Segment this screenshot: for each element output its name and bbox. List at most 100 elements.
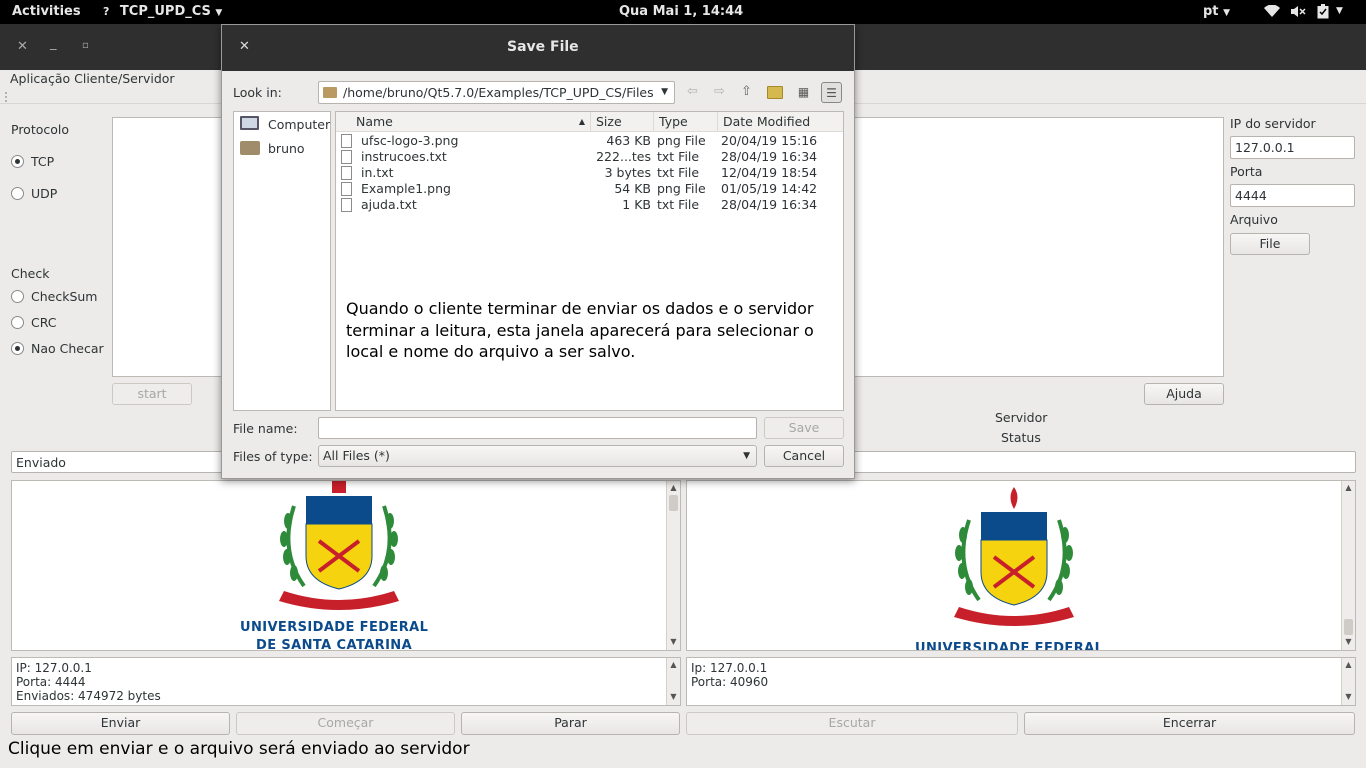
ufsc-logo-emblem-right	[954, 487, 1074, 626]
porta-label: Porta	[1230, 164, 1263, 179]
parent-directory-icon[interactable]: ⇧	[736, 82, 757, 103]
file-name-input[interactable]	[318, 417, 757, 439]
file-list[interactable]: Name ▲ Size Type Date Modified ufsc-logo-…	[335, 111, 844, 411]
escutar-button[interactable]: Escutar	[686, 712, 1018, 735]
protocolo-label: Protocolo	[11, 122, 70, 137]
file-size: 222...tes	[596, 149, 651, 164]
place-label: Computer	[268, 117, 331, 132]
save-file-dialog: ✕ Save File Look in: /home/bruno/Qt5.7.0…	[221, 24, 855, 479]
scroll-thumb[interactable]	[1344, 619, 1353, 635]
annotation-text: Quando o cliente terminar de enviar os d…	[346, 299, 814, 361]
column-date[interactable]: Date Modified	[718, 112, 828, 132]
scroll-down-icon[interactable]: ▼	[667, 692, 680, 701]
crc-radio[interactable]	[11, 316, 24, 329]
ip-servidor-input[interactable]: 127.0.0.1	[1230, 136, 1355, 159]
battery-icon[interactable]	[1317, 4, 1329, 23]
column-name-label: Name	[356, 114, 393, 129]
tcp-radio-label[interactable]: TCP	[31, 154, 54, 169]
porta-input[interactable]: 4444	[1230, 184, 1355, 207]
file-row[interactable]: ajuda.txt 1 KB txt File 28/04/19 16:34	[336, 197, 843, 213]
icon-view-icon[interactable]: ▦	[793, 82, 814, 103]
udp-radio-label[interactable]: UDP	[31, 186, 57, 201]
volume-muted-icon[interactable]	[1290, 5, 1306, 22]
server-image-viewer[interactable]: UNIVERSIDADE FEDERAL ▲ ▼	[686, 480, 1356, 651]
ajuda-button[interactable]: Ajuda	[1144, 383, 1224, 405]
file-row[interactable]: instrucoes.txt 222...tes txt File 28/04/…	[336, 149, 843, 165]
look-in-combo[interactable]: /home/bruno/Qt5.7.0/Examples/TCP_UPD_CS/…	[318, 81, 675, 104]
scroll-up-icon[interactable]: ▲	[667, 660, 680, 669]
column-name[interactable]: Name ▲	[351, 112, 591, 132]
app-menu[interactable]: ? TCP_UPD_CS ▼	[103, 4, 222, 19]
checksum-radio-label[interactable]: CheckSum	[31, 289, 98, 304]
checksum-radio[interactable]	[11, 290, 24, 303]
client-log-scrollbar[interactable]: ▲ ▼	[666, 658, 680, 705]
server-log[interactable]: Ip: 127.0.0.1 Porta: 40960 ▲ ▼	[686, 657, 1356, 706]
file-type: txt File	[657, 149, 700, 164]
file-button[interactable]: File	[1230, 233, 1310, 255]
language-menu[interactable]: pt ▼	[1203, 4, 1230, 19]
ip-servidor-label: IP do servidor	[1230, 116, 1316, 131]
file-row[interactable]: ufsc-logo-3.png 463 KB png File 20/04/19…	[336, 133, 843, 149]
activities-button[interactable]: Activities	[12, 4, 81, 19]
ufsc-logo-emblem	[279, 481, 399, 610]
top-bar: Activities ? TCP_UPD_CS ▼ Qua Mai 1, 14:…	[0, 0, 1366, 24]
check-label: Check	[11, 266, 50, 281]
close-icon[interactable]: ✕	[17, 39, 28, 54]
client-image-viewer[interactable]: UNIVERSIDADE FEDERAL DE SANTA CATARINA ▲…	[11, 480, 681, 651]
forward-icon[interactable]: ⇨	[709, 82, 730, 103]
maximize-icon[interactable]: ▫	[82, 40, 89, 51]
back-icon[interactable]: ⇦	[682, 82, 703, 103]
new-folder-icon[interactable]	[767, 86, 783, 99]
column-size[interactable]: Size	[591, 112, 654, 132]
app-icon: ?	[103, 5, 110, 18]
client-image-scrollbar[interactable]: ▲ ▼	[666, 481, 680, 650]
files-of-type-select[interactable]: All Files (*) ▼	[318, 445, 757, 467]
scroll-up-icon[interactable]: ▲	[1342, 483, 1355, 492]
column-type[interactable]: Type	[654, 112, 718, 132]
udp-radio[interactable]	[11, 187, 24, 200]
status-label: Status	[1001, 430, 1041, 445]
clock[interactable]: Qua Mai 1, 14:44	[619, 4, 743, 19]
crc-radio-label[interactable]: CRC	[31, 315, 57, 330]
place-label: bruno	[268, 141, 305, 156]
scroll-up-icon[interactable]: ▲	[1342, 660, 1355, 669]
system-menu-chevron-icon[interactable]: ▼	[1336, 6, 1343, 16]
start-button[interactable]: start	[112, 383, 192, 405]
scroll-down-icon[interactable]: ▼	[1342, 692, 1355, 701]
enviar-button[interactable]: Enviar	[11, 712, 230, 735]
language-label: pt	[1203, 4, 1219, 19]
files-of-type-value: All Files (*)	[323, 448, 390, 463]
cancel-button[interactable]: Cancel	[764, 445, 844, 467]
encerrar-button[interactable]: Encerrar	[1024, 712, 1355, 735]
dialog-titlebar[interactable]: ✕ Save File	[222, 25, 854, 71]
scroll-up-icon[interactable]: ▲	[667, 483, 680, 492]
scroll-thumb[interactable]	[669, 495, 678, 511]
close-icon[interactable]: ✕	[239, 39, 250, 54]
client-log[interactable]: IP: 127.0.0.1 Porta: 4444 Enviados: 4749…	[11, 657, 681, 706]
minimize-icon[interactable]: _	[50, 36, 57, 51]
nao-checar-radio[interactable]	[11, 342, 24, 355]
file-type: txt File	[657, 197, 700, 212]
save-button[interactable]: Save	[764, 417, 844, 439]
server-image-scrollbar[interactable]: ▲ ▼	[1341, 481, 1355, 650]
places-sidebar: Computer bruno	[233, 111, 331, 411]
parar-button[interactable]: Parar	[461, 712, 680, 735]
status-message: Clique em enviar e o arquivo será enviad…	[8, 739, 470, 759]
tcp-radio[interactable]	[11, 155, 24, 168]
comecar-button[interactable]: Começar	[236, 712, 455, 735]
file-name: Example1.png	[361, 181, 451, 196]
file-size: 463 KB	[606, 133, 651, 148]
server-log-scrollbar[interactable]: ▲ ▼	[1341, 658, 1355, 705]
scroll-down-icon[interactable]: ▼	[1342, 637, 1355, 646]
look-in-label: Look in:	[233, 85, 282, 100]
scroll-down-icon[interactable]: ▼	[667, 637, 680, 646]
file-row[interactable]: in.txt 3 bytes txt File 12/04/19 18:54	[336, 165, 843, 181]
file-date: 01/05/19 14:42	[721, 181, 818, 196]
file-row[interactable]: Example1.png 54 KB png File 01/05/19 14:…	[336, 181, 843, 197]
detail-view-icon[interactable]: ☰	[821, 82, 842, 103]
toolbar-handle[interactable]	[5, 92, 8, 102]
client-log-line: IP: 127.0.0.1	[16, 661, 92, 675]
menu-title[interactable]: Aplicação Cliente/Servidor	[10, 71, 175, 86]
nao-checar-radio-label[interactable]: Nao Checar	[31, 341, 104, 356]
wifi-icon[interactable]	[1264, 4, 1280, 22]
